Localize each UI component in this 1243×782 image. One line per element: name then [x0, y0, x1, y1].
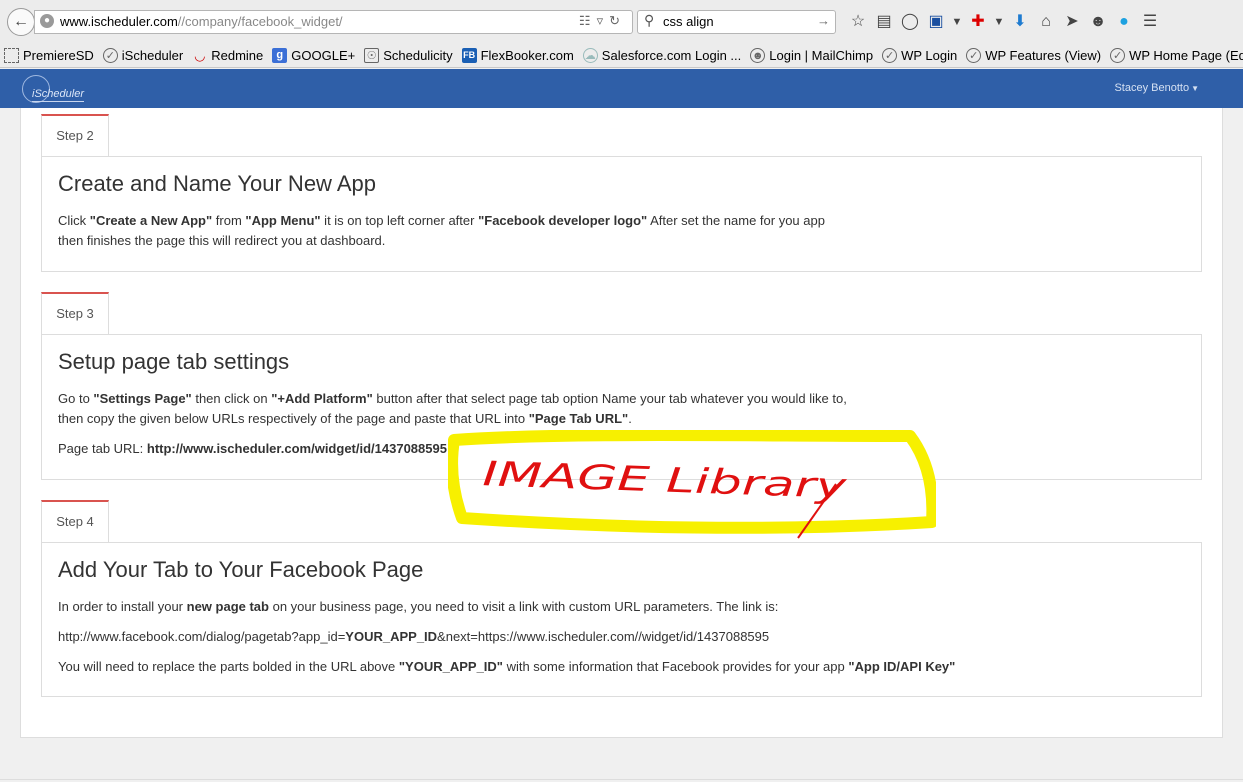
cloud-icon: ☁ — [582, 48, 598, 63]
chevron-down-icon[interactable]: ▼ — [949, 12, 965, 32]
save-icon[interactable]: ▣ — [923, 12, 949, 32]
reader-icon[interactable]: ☷ — [579, 13, 597, 28]
bookmark-label: WP Home Page (Edit) — [1129, 48, 1243, 63]
brand-logo[interactable]: iScheduler — [22, 75, 84, 103]
step-3-section: Step 3 Setup page tab settings Go to "Se… — [41, 292, 1202, 480]
url-text[interactable]: www.ischeduler.com//company/facebook_wid… — [60, 14, 343, 29]
gauge-icon: ✓ — [102, 48, 118, 63]
main-content: Step 2 Create and Name Your New App Clic… — [20, 108, 1223, 738]
page-tab-url[interactable]: Page tab URL: http://www.ischeduler.com/… — [58, 439, 447, 459]
url-host: www.ischeduler.com — [60, 14, 178, 29]
bookmark-item[interactable]: ✓ iScheduler — [102, 48, 184, 63]
step-4-section: Step 4 Add Your Tab to Your Facebook Pag… — [41, 500, 1202, 706]
search-bar[interactable]: ⚲ → — [637, 10, 836, 34]
chat-icon[interactable]: ☻ — [1085, 12, 1111, 32]
bookmark-label: Redmine — [211, 48, 264, 63]
redmine-icon: ◡ — [194, 48, 206, 63]
bookmark-label: Salesforce.com Login ... — [601, 48, 742, 63]
address-bar[interactable]: ● www.ischeduler.com//company/facebook_w… — [34, 10, 633, 34]
toolbar-icons: ☆ ▤ ◯ ▣ ▼ ✚ ▼ ⬇ ⌂ ➤ ☻ ● ☰ — [845, 12, 1163, 32]
bookmark-item[interactable]: FB FlexBooker.com — [461, 48, 574, 63]
skype-icon[interactable]: ● — [1111, 12, 1137, 32]
search-input[interactable] — [663, 14, 813, 29]
bookmarks-bar: PremiereSD ✓ iScheduler ◡ Redmine g GOOGLE+… — [0, 44, 1243, 68]
bookmark-label: FlexBooker.com — [480, 48, 574, 63]
step-2-panel: Create and Name Your New App Click "Crea… — [41, 156, 1202, 272]
url-actions: ☷▿↻ — [579, 13, 626, 29]
dropdown-arrow-icon[interactable]: ▿ — [597, 13, 610, 28]
step-2-title: Create and Name Your New App — [58, 171, 376, 196]
bookmark-item[interactable]: ✓ WP Login — [882, 48, 957, 63]
step-2-line-1: Click "Create a New App" from "App Menu"… — [58, 213, 825, 228]
gauge-icon: ✓ — [1110, 48, 1126, 63]
download-icon[interactable]: ⬇ — [1007, 12, 1033, 32]
first-aid-icon[interactable]: ✚ — [965, 12, 991, 32]
user-name: Stacey Benotto — [1114, 82, 1190, 94]
step-4-line-1: In order to install your new page tab on… — [58, 599, 779, 614]
brand-text: iScheduler — [32, 88, 84, 100]
app-navbar: iScheduler Stacey Benotto ▼ — [0, 69, 1243, 108]
step-2-line-2: then finishes the page this will redirec… — [58, 233, 386, 248]
bookmark-label: PremiereSD — [23, 48, 94, 63]
step-2-tab[interactable]: Step 2 — [41, 114, 109, 156]
google-icon: g — [272, 48, 288, 63]
menu-icon[interactable]: ☰ — [1137, 12, 1163, 32]
star-icon[interactable]: ☆ — [845, 12, 871, 32]
gauge-icon: ✓ — [966, 48, 982, 63]
globe-icon: ● — [40, 14, 54, 28]
step-3-line-1: Go to "Settings Page" then click on "+Ad… — [58, 391, 847, 406]
facebook-pagetab-link[interactable]: http://www.facebook.com/dialog/pagetab?a… — [58, 627, 769, 647]
step-3-panel: Setup page tab settings Go to "Settings … — [41, 334, 1202, 480]
bookmark-label: WP Features (View) — [985, 48, 1102, 63]
chevron-down-icon[interactable]: ▼ — [991, 12, 1007, 32]
bookmark-item[interactable]: ◡ Redmine — [192, 48, 263, 63]
bookmark-item[interactable]: g GOOGLE+ — [272, 48, 355, 63]
fb-icon: FB — [461, 48, 477, 63]
step-4-title: Add Your Tab to Your Facebook Page — [58, 557, 424, 582]
step-3-title: Setup page tab settings — [58, 349, 290, 374]
search-icon: ⚲ — [644, 12, 655, 28]
mailchimp-icon: ☻ — [750, 48, 766, 63]
home-icon[interactable]: ⌂ — [1033, 12, 1059, 32]
step-3-line-2: then copy the given below URLs respectiv… — [58, 411, 632, 426]
pocket-icon[interactable]: ◯ — [897, 12, 923, 32]
page-bottom-divider — [0, 779, 1243, 780]
bookmark-label: Login | MailChimp — [769, 48, 874, 63]
step-4-tab[interactable]: Step 4 — [41, 500, 109, 542]
gauge-icon: ✓ — [882, 48, 898, 63]
bookmark-item[interactable]: ✓ WP Features (View) — [966, 48, 1101, 63]
step-4-line-3: You will need to replace the parts bolde… — [58, 659, 956, 674]
send-icon[interactable]: ➤ — [1059, 12, 1085, 32]
step-3-tab[interactable]: Step 3 — [41, 292, 109, 334]
logo-underline — [32, 101, 84, 102]
browser-toolbar: ← ● www.ischeduler.com//company/facebook… — [0, 0, 1243, 44]
bookmark-item[interactable]: PremiereSD — [4, 48, 94, 63]
bookmark-label: Schedulicity — [383, 48, 453, 63]
bookmark-label: GOOGLE+ — [291, 48, 356, 63]
schedulicity-icon: ☉ — [364, 48, 380, 63]
url-path: //company/facebook_widget/ — [177, 14, 343, 29]
bookmark-item[interactable]: ☁ Salesforce.com Login ... — [582, 48, 742, 63]
bookmark-label: iScheduler — [121, 48, 184, 63]
search-go-icon[interactable]: → — [817, 13, 830, 28]
bookmarks-list-icon[interactable]: ▤ — [871, 12, 897, 32]
step-4-panel: Add Your Tab to Your Facebook Page In or… — [41, 542, 1202, 697]
bookmark-item[interactable]: ☉ Schedulicity — [364, 48, 453, 63]
page-icon — [4, 48, 19, 63]
bookmark-item[interactable]: ☻ Login | MailChimp — [750, 48, 873, 63]
step-2-section: Step 2 Create and Name Your New App Clic… — [41, 114, 1202, 272]
reload-icon[interactable]: ↻ — [609, 13, 626, 28]
user-menu[interactable]: Stacey Benotto ▼ — [1114, 82, 1199, 94]
bookmark-label: WP Login — [901, 48, 958, 63]
bookmark-item[interactable]: ✓WP Home Page (Edit) — [1110, 48, 1243, 63]
caret-down-icon: ▼ — [1191, 84, 1199, 93]
back-arrow-icon[interactable]: ← — [7, 8, 35, 36]
